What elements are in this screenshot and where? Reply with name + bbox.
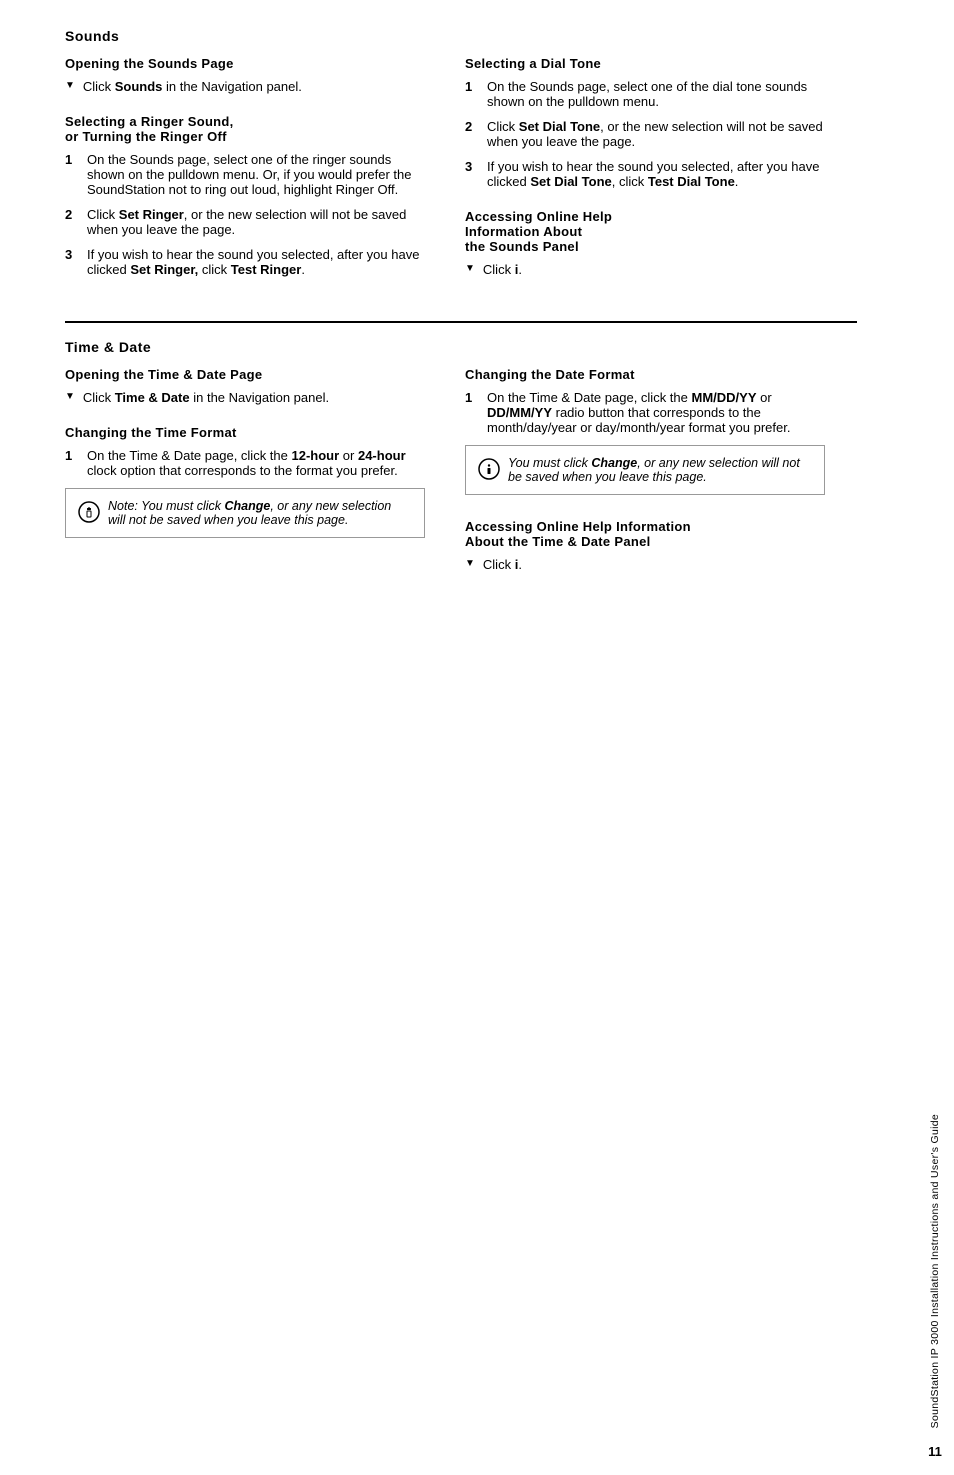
ringer-sound-list: 1 On the Sounds page, select one of the …	[65, 152, 425, 277]
date-format-item-1: 1 On the Time & Date page, click the MM/…	[465, 390, 825, 435]
date-format-item-1-text: On the Time & Date page, click the MM/DD…	[487, 390, 825, 435]
timedate-online-help-text: Click i.	[483, 557, 522, 572]
ringer-item-2-text: Click Set Ringer, or the new selection w…	[87, 207, 425, 237]
sounds-title: Sounds	[65, 28, 857, 44]
ringer-item-1: 1 On the Sounds page, select one of the …	[65, 152, 425, 197]
bullet-triangle-icon: ▼	[65, 80, 75, 91]
dial-tone-item-2-text: Click Set Dial Tone, or the new selectio…	[487, 119, 825, 149]
timedate-online-help-bullet: ▼ Click i.	[465, 557, 825, 572]
bullet-triangle-icon-4: ▼	[465, 558, 475, 569]
opening-sounds-subsection: Opening the Sounds Page ▼ Click Sounds i…	[65, 56, 425, 94]
ringer-item-3-text: If you wish to hear the sound you select…	[87, 247, 425, 277]
opening-sounds-bullet: ▼ Click Sounds in the Navigation panel.	[65, 79, 425, 94]
date-format-title: Changing the Date Format	[465, 367, 825, 382]
opening-timedate-title: Opening the Time & Date Page	[65, 367, 425, 382]
date-format-note-text: You must click Change, or any new select…	[508, 456, 812, 484]
ringer-sound-subsection: Selecting a Ringer Sound, or Turning the…	[65, 114, 425, 277]
right-sidebar: SoundStation IP 3000 Installation Instru…	[916, 0, 954, 1475]
date-format-list: 1 On the Time & Date page, click the MM/…	[465, 390, 825, 435]
page-number: 11	[928, 1444, 942, 1459]
dial-tone-item-3: 3 If you wish to hear the sound you sele…	[465, 159, 825, 189]
bullet-triangle-icon-2: ▼	[465, 263, 475, 274]
date-format-note-box: You must click Change, or any new select…	[465, 445, 825, 495]
dial-tone-title: Selecting a Dial Tone	[465, 56, 825, 71]
note-icon-2	[478, 458, 500, 480]
time-format-note-text: Note: You must click Change, or any new …	[108, 499, 412, 527]
ringer-item-2: 2 Click Set Ringer, or the new selection…	[65, 207, 425, 237]
dial-tone-item-1: 1 On the Sounds page, select one of the …	[465, 79, 825, 109]
time-date-right-col: Changing the Date Format 1 On the Time &…	[465, 367, 825, 592]
timedate-online-help-subsection: Accessing Online Help Information About …	[465, 519, 825, 572]
time-date-left-col: Opening the Time & Date Page ▼ Click Tim…	[65, 367, 425, 592]
ringer-item-1-text: On the Sounds page, select one of the ri…	[87, 152, 425, 197]
time-format-item-1-text: On the Time & Date page, click the 12-ho…	[87, 448, 425, 478]
opening-sounds-title: Opening the Sounds Page	[65, 56, 425, 71]
dial-tone-subsection: Selecting a Dial Tone 1 On the Sounds pa…	[465, 56, 825, 189]
sounds-right-col: Selecting a Dial Tone 1 On the Sounds pa…	[465, 56, 825, 297]
ringer-item-3: 3 If you wish to hear the sound you sele…	[65, 247, 425, 277]
time-format-item-1: 1 On the Time & Date page, click the 12-…	[65, 448, 425, 478]
opening-sounds-text: Click Sounds in the Navigation panel.	[83, 79, 302, 94]
time-format-list: 1 On the Time & Date page, click the 12-…	[65, 448, 425, 478]
sounds-online-help-bullet: ▼ Click i.	[465, 262, 825, 277]
opening-timedate-bullet: ▼ Click Time & Date in the Navigation pa…	[65, 390, 425, 405]
dial-tone-item-1-text: On the Sounds page, select one of the di…	[487, 79, 825, 109]
timedate-online-help-title: Accessing Online Help Information About …	[465, 519, 825, 549]
opening-timedate-text: Click Time & Date in the Navigation pane…	[83, 390, 329, 405]
dial-tone-item-2: 2 Click Set Dial Tone, or the new select…	[465, 119, 825, 149]
dial-tone-item-3-text: If you wish to hear the sound you select…	[487, 159, 825, 189]
ringer-sound-title: Selecting a Ringer Sound, or Turning the…	[65, 114, 425, 144]
time-format-subsection: Changing the Time Format 1 On the Time &…	[65, 425, 425, 538]
time-format-note-box: Note: You must click Change, or any new …	[65, 488, 425, 538]
opening-timedate-subsection: Opening the Time & Date Page ▼ Click Tim…	[65, 367, 425, 405]
sounds-online-help-subsection: Accessing Online Help Information About …	[465, 209, 825, 277]
sounds-online-help-title: Accessing Online Help Information About …	[465, 209, 825, 254]
time-format-title: Changing the Time Format	[65, 425, 425, 440]
sounds-section: Sounds Opening the Sounds Page ▼ Click S…	[65, 28, 857, 297]
section-divider	[65, 321, 857, 323]
time-date-section: Time & Date Opening the Time & Date Page…	[65, 339, 857, 592]
sounds-online-help-text: Click i.	[483, 262, 522, 277]
sidebar-text: SoundStation IP 3000 Installation Instru…	[929, 1114, 941, 1428]
dial-tone-list: 1 On the Sounds page, select one of the …	[465, 79, 825, 189]
bullet-triangle-icon-3: ▼	[65, 391, 75, 402]
note-icon	[78, 501, 100, 523]
sounds-left-col: Opening the Sounds Page ▼ Click Sounds i…	[65, 56, 425, 297]
date-format-subsection: Changing the Date Format 1 On the Time &…	[465, 367, 825, 495]
time-date-title: Time & Date	[65, 339, 857, 355]
